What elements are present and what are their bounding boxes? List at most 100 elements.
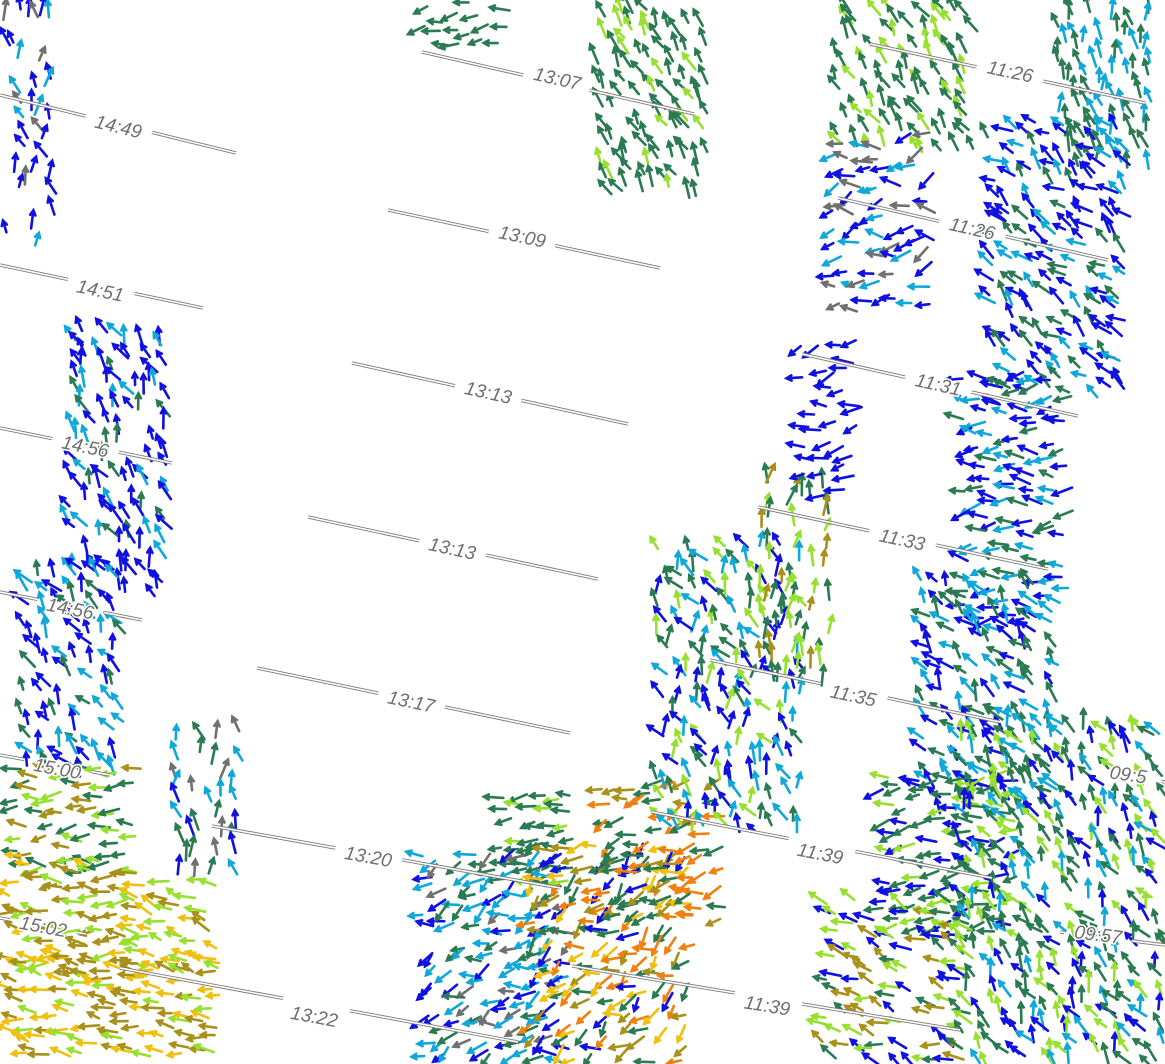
track-line-fill (485, 554, 599, 580)
track-time-label: 13:17 (386, 687, 438, 718)
wind-vector-arrow (100, 935, 119, 943)
wind-vector-arrow (3, 835, 21, 844)
wind-vector-arrow (890, 959, 907, 969)
wind-vector-arrow (473, 904, 487, 925)
wind-vector-arrow (1136, 23, 1145, 44)
wind-vector-arrow (130, 932, 149, 941)
wind-vector-arrow (1072, 314, 1085, 337)
wind-vector-arrow (939, 870, 962, 883)
wind-vector-arrow (903, 234, 926, 247)
wind-vector-arrow (85, 1011, 101, 1020)
wind-vector-arrow (1037, 599, 1053, 613)
wind-vector-arrow (1066, 866, 1078, 884)
wind-vector-arrow (425, 887, 447, 899)
wind-vector-arrow (115, 818, 133, 827)
wind-vector-arrow (836, 400, 861, 409)
wind-vector-arrow (1050, 11, 1060, 28)
wind-vector-arrow (22, 708, 31, 726)
wind-vector-arrow (1156, 781, 1165, 797)
wind-vector-arrow (916, 894, 935, 903)
wind-vector-arrow (145, 545, 154, 568)
wind-vector-arrow (927, 747, 945, 757)
wind-vector-arrow (1087, 774, 1105, 786)
wind-vector-arrow (116, 779, 134, 788)
wind-vector-arrow (900, 873, 924, 882)
wind-vector-arrow (793, 812, 801, 834)
wind-vector-arrow (1087, 44, 1098, 68)
wind-vector-arrow (1002, 681, 1025, 693)
wind-vector-arrow (99, 683, 112, 700)
wind-vector-arrow (819, 1044, 837, 1060)
wind-vector-arrow (1126, 889, 1139, 903)
wind-vector-arrow (839, 405, 863, 417)
wind-vector-arrow (818, 968, 843, 978)
wind-vector-arrow (818, 466, 826, 489)
wind-vector-arrow (1018, 620, 1036, 633)
wind-vector-arrow (858, 279, 880, 290)
wind-vector-arrow (617, 166, 628, 187)
wind-vector-arrow (679, 33, 687, 51)
wind-vector-arrow (210, 741, 219, 765)
wind-vector-arrow (545, 829, 565, 838)
wind-vector-map[interactable]: 14:4914:5114:5614:5615:0015:0213:0713:09… (0, 0, 1165, 1064)
wind-vector-arrow (39, 873, 63, 885)
wind-vector-arrow (796, 410, 816, 418)
wind-vector-arrow (1129, 1017, 1146, 1032)
wind-vector-arrow (828, 1039, 849, 1048)
wind-vector-arrow (919, 77, 930, 95)
wind-vector-arrow (751, 769, 760, 791)
wind-vector-arrow (11, 151, 20, 174)
wind-vector-arrow (107, 459, 120, 477)
wind-vector-arrow (118, 380, 135, 395)
wind-vector-arrow (1021, 192, 1035, 209)
wind-vector-arrow (961, 652, 978, 667)
wind-vector-arrow (807, 543, 816, 567)
wind-vector-arrow (771, 531, 781, 546)
wind-vector-arrow (922, 850, 941, 858)
wind-vector-arrow (17, 172, 25, 189)
wind-vector-arrow (486, 844, 503, 853)
track-line-fill (387, 209, 489, 233)
wind-vector-arrow (890, 807, 906, 816)
wind-vector-arrow (650, 679, 665, 699)
wind-vector-arrow (1098, 888, 1107, 908)
wind-vector-arrow (1073, 836, 1092, 850)
wind-vector-arrow (732, 646, 741, 664)
wind-vector-arrow (502, 980, 522, 989)
wind-vector-arrow (909, 639, 929, 648)
wind-vector-arrow (29, 70, 38, 88)
wind-vector-arrow (14, 610, 26, 627)
wind-vector-arrow (1018, 315, 1035, 328)
wind-vector-arrow (1149, 810, 1157, 827)
wind-vector-arrow (1035, 948, 1044, 967)
wind-vector-arrow (865, 936, 880, 948)
wind-vector-arrow (33, 140, 49, 158)
wind-vector-arrow (1008, 414, 1032, 423)
wind-vector-arrow (894, 163, 916, 171)
wind-vector-arrow (876, 981, 900, 990)
wind-vector-arrow (879, 250, 896, 258)
wind-vector-arrow (1055, 276, 1072, 287)
wind-vector-arrow (218, 757, 230, 780)
wind-vector-arrow (480, 1053, 491, 1064)
wind-vector-arrow (0, 1017, 24, 1025)
wind-vector-arrow (713, 757, 722, 781)
wind-vector-arrow (135, 525, 144, 549)
wind-vector-arrow (785, 483, 798, 506)
wind-vector-arrow (677, 943, 696, 951)
track-time-label: 14:56 (60, 432, 111, 462)
wind-vector-arrow (1079, 24, 1088, 43)
track-time-label: 13:20 (343, 843, 394, 872)
wind-vector-arrow (952, 639, 962, 659)
wind-vector-arrow (29, 834, 47, 843)
wind-vector-arrow (910, 72, 920, 94)
wind-vector-arrow (604, 837, 620, 850)
wind-vector-arrow (849, 221, 867, 230)
wind-vector-arrow (856, 269, 875, 278)
track-line-fill (421, 51, 524, 76)
wind-vector-arrow (97, 839, 119, 848)
wind-vector-arrow (876, 124, 886, 147)
wind-vector-arrow (493, 1015, 514, 1029)
wind-vector-arrow (1112, 232, 1126, 253)
wind-vector-arrow (1108, 733, 1116, 750)
